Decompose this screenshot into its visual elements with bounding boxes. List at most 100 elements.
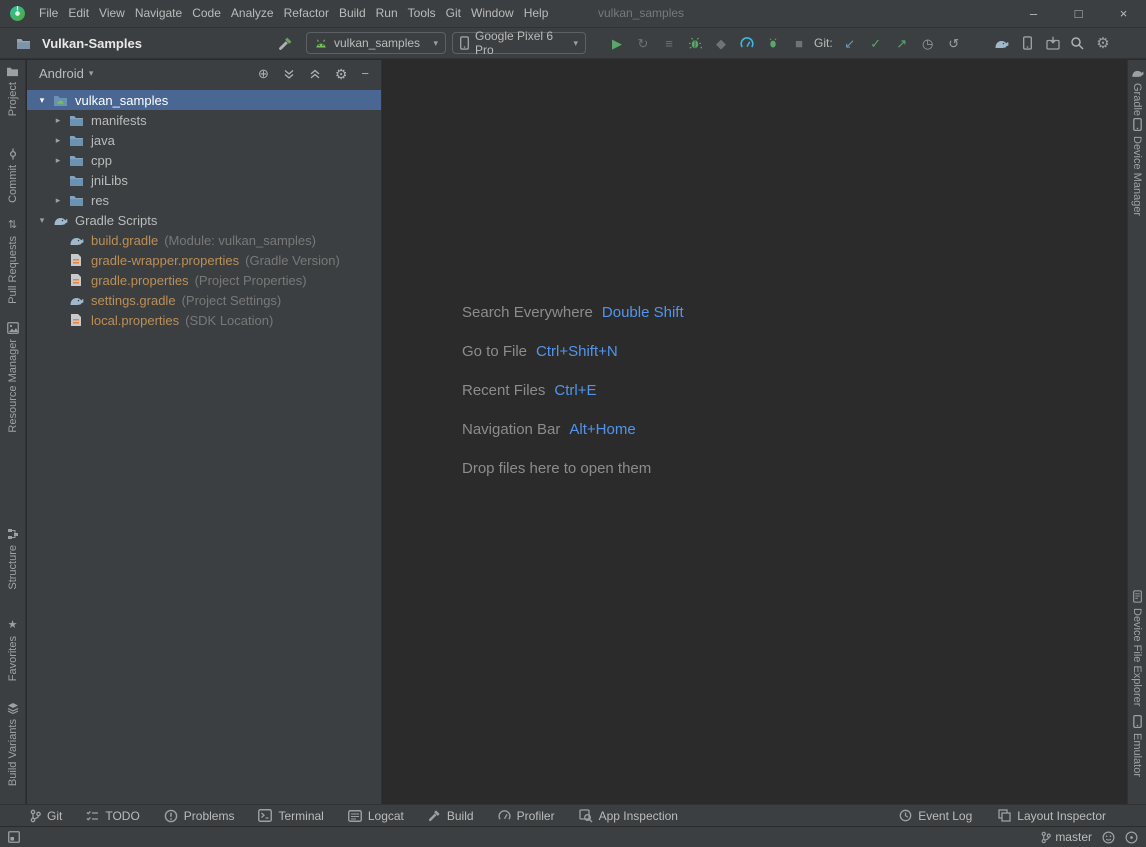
- menu-git[interactable]: Git: [441, 0, 466, 27]
- menu-window[interactable]: Window: [466, 0, 519, 27]
- tool-stripe-build-variants[interactable]: Build Variants: [0, 702, 25, 786]
- tool-window-button-terminal[interactable]: Terminal: [258, 809, 323, 823]
- tool-window-button-logcat[interactable]: Logcat: [348, 809, 404, 823]
- menu-file[interactable]: File: [34, 0, 63, 27]
- tree-item-gradle-scripts[interactable]: ▾ Gradle Scripts: [27, 210, 381, 230]
- git-push-icon[interactable]: ↗: [892, 33, 912, 53]
- close-button[interactable]: ×: [1101, 0, 1146, 27]
- tool-stripe-device-manager[interactable]: Device Manager: [1128, 118, 1146, 216]
- tool-stripe-emulator[interactable]: Emulator: [1128, 715, 1146, 777]
- menu-navigate[interactable]: Navigate: [130, 0, 187, 27]
- run-with-coverage-icon[interactable]: ◆: [711, 33, 731, 53]
- run-config-select[interactable]: vulkan_samples ▾: [306, 32, 446, 54]
- tree-item-vulkan_samples[interactable]: ▾ vulkan_samples: [27, 90, 381, 110]
- tool-window-button-git[interactable]: Git: [30, 809, 62, 823]
- git-update-icon[interactable]: ↙: [840, 33, 860, 53]
- run-button[interactable]: ▶: [607, 33, 627, 53]
- menu-edit[interactable]: Edit: [63, 0, 94, 27]
- apply-changes-icon[interactable]: ↻: [633, 33, 653, 53]
- tool-window-button-layout-inspector[interactable]: Layout Inspector: [998, 809, 1106, 823]
- chevron-right-icon[interactable]: ▸: [50, 195, 66, 206]
- window-title: vulkan_samples: [598, 0, 684, 27]
- collapse-all-icon[interactable]: [309, 68, 321, 80]
- debug-button[interactable]: [685, 33, 705, 53]
- tree-item-manifests[interactable]: ▸ manifests: [27, 110, 381, 130]
- apply-code-changes-icon[interactable]: ≡: [659, 33, 679, 53]
- bottom-tool-window-bar: Git TODO Problems Terminal Logcat Build: [0, 804, 1146, 826]
- chevron-down-icon[interactable]: ▾: [34, 95, 50, 106]
- menu-refactor[interactable]: Refactor: [279, 0, 334, 27]
- tool-stripe-label: Favorites: [7, 636, 19, 681]
- project-widget[interactable]: Vulkan-Samples: [10, 28, 142, 58]
- tool-window-button-todo[interactable]: TODO: [86, 809, 139, 823]
- device-manager-icon[interactable]: [1017, 33, 1037, 53]
- select-opened-file-icon[interactable]: ⊕: [258, 67, 269, 80]
- menu-code[interactable]: Code: [187, 0, 226, 27]
- tool-stripe-favorites[interactable]: ★ Favorites: [0, 618, 25, 681]
- tool-window-button-event-log[interactable]: Event Log: [899, 809, 972, 823]
- git-commit-icon[interactable]: ✓: [866, 33, 886, 53]
- chevron-right-icon[interactable]: ▸: [50, 135, 66, 146]
- tree-item-cpp[interactable]: ▸ cpp: [27, 150, 381, 170]
- stop-button[interactable]: ■: [789, 33, 809, 53]
- properties-file-icon: [66, 313, 86, 327]
- build-hammer-icon[interactable]: [275, 33, 295, 53]
- chevron-down-icon[interactable]: ▾: [34, 215, 50, 226]
- git-rollback-icon[interactable]: ↺: [944, 33, 964, 53]
- tool-window-button-problems[interactable]: Problems: [164, 809, 235, 823]
- hide-panel-icon[interactable]: −: [361, 67, 369, 80]
- menu-analyze[interactable]: Analyze: [226, 0, 279, 27]
- expand-all-icon[interactable]: [283, 68, 295, 80]
- tree-item-local-properties[interactable]: local.properties (SDK Location): [27, 310, 381, 330]
- git-history-icon[interactable]: ◷: [918, 33, 938, 53]
- build-hammer-icon: [428, 809, 441, 822]
- tool-stripe-device-file-explorer[interactable]: Device File Explorer: [1128, 590, 1146, 706]
- logcat-icon: [348, 810, 362, 822]
- maximize-button[interactable]: □: [1056, 0, 1101, 27]
- sdk-manager-icon[interactable]: [1043, 33, 1063, 53]
- tree-item-build-gradle[interactable]: build.gradle (Module: vulkan_samples): [27, 230, 381, 250]
- ide-errors-icon[interactable]: [1125, 831, 1138, 844]
- tree-item-java[interactable]: ▸ java: [27, 130, 381, 150]
- git-branch-widget[interactable]: master: [1041, 830, 1092, 844]
- tool-window-button-app-inspection[interactable]: App Inspection: [579, 809, 678, 823]
- run-actions-group: ▶ ↻ ≡ ◆ ■: [604, 28, 812, 58]
- tree-item-settings-gradle[interactable]: settings.gradle (Project Settings): [27, 290, 381, 310]
- tree-item-gradle-wrapper-properties[interactable]: gradle-wrapper.properties (Gradle Versio…: [27, 250, 381, 270]
- tool-window-switcher-icon[interactable]: [8, 831, 20, 843]
- tool-stripe-gradle[interactable]: Gradle: [1128, 68, 1146, 116]
- notifications-icon[interactable]: [1102, 831, 1115, 844]
- tool-window-button-build[interactable]: Build: [428, 809, 474, 823]
- tool-window-button-label: Problems: [184, 809, 235, 823]
- menu-run[interactable]: Run: [371, 0, 403, 27]
- menu-help[interactable]: Help: [519, 0, 554, 27]
- tree-item-gradle-properties[interactable]: gradle.properties (Project Properties): [27, 270, 381, 290]
- minimize-button[interactable]: –: [1011, 0, 1056, 27]
- menu-view[interactable]: View: [94, 0, 130, 27]
- editor-area[interactable]: Search Everywhere Double Shift Go to Fil…: [383, 60, 1126, 805]
- tool-stripe-structure[interactable]: Structure: [0, 528, 25, 590]
- attach-debugger-icon[interactable]: [763, 33, 783, 53]
- tool-window-button-profiler[interactable]: Profiler: [498, 809, 555, 823]
- device-select[interactable]: Google Pixel 6 Pro ▾: [452, 32, 586, 54]
- profile-app-icon[interactable]: [737, 33, 757, 53]
- chevron-right-icon[interactable]: ▸: [50, 155, 66, 166]
- project-view-selector[interactable]: Android ▾: [39, 66, 93, 81]
- chevron-right-icon[interactable]: ▸: [50, 115, 66, 126]
- search-icon[interactable]: [1067, 33, 1087, 53]
- tree-item-label: jniLibs: [86, 173, 128, 188]
- tree-item-res[interactable]: ▸ res: [27, 190, 381, 210]
- tool-stripe-pull-requests[interactable]: ⇅ Pull Requests: [0, 218, 25, 304]
- app-inspection-icon: [579, 809, 593, 823]
- menu-build[interactable]: Build: [334, 0, 371, 27]
- menu-tools[interactable]: Tools: [403, 0, 441, 27]
- tree-item-jniLibs[interactable]: jniLibs: [27, 170, 381, 190]
- tool-stripe-resource-manager[interactable]: Resource Manager: [0, 322, 25, 433]
- settings-gear-icon[interactable]: ⚙: [1093, 33, 1113, 53]
- tool-stripe-commit[interactable]: Commit: [0, 148, 25, 203]
- gradle-file-icon: [66, 295, 86, 306]
- gradle-sync-icon[interactable]: [991, 33, 1011, 53]
- tool-stripe-label: Structure: [7, 545, 19, 590]
- tool-stripe-project[interactable]: Project: [0, 66, 25, 116]
- panel-settings-gear-icon[interactable]: ⚙: [335, 67, 348, 81]
